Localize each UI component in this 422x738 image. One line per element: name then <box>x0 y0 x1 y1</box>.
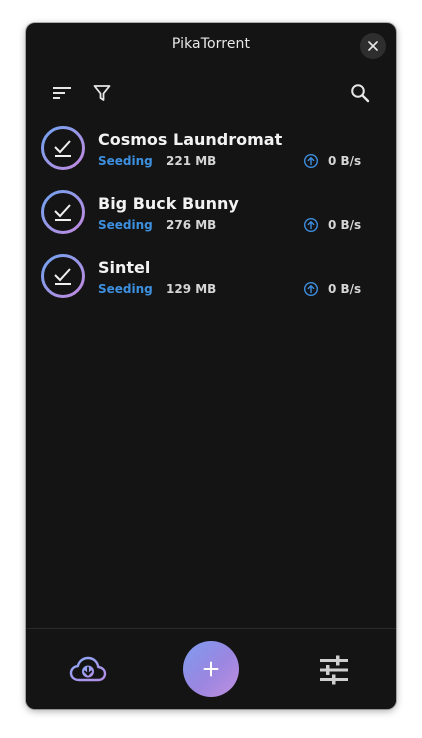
settings-sliders-icon <box>320 655 348 685</box>
add-torrent-button[interactable] <box>183 641 239 697</box>
upload-speed: 0 B/s <box>328 218 362 232</box>
search-icon <box>351 84 370 103</box>
close-icon <box>368 41 378 51</box>
torrent-list: Cosmos Laundromat Seeding 221 MB 0 B/s B… <box>26 121 396 313</box>
completed-check-icon <box>41 126 85 170</box>
window-title: PikaTorrent <box>171 36 251 52</box>
sort-icon <box>53 87 71 99</box>
torrent-size: 221 MB <box>166 154 217 168</box>
settings-button[interactable] <box>318 655 350 685</box>
bottom-bar <box>26 628 396 709</box>
torrent-size: 129 MB <box>166 282 217 296</box>
upload-arrow-icon <box>303 153 319 169</box>
search-button[interactable] <box>348 81 372 105</box>
close-button[interactable] <box>360 33 386 59</box>
upload-arrow-icon <box>303 281 319 297</box>
download-from-cloud-button[interactable] <box>69 655 107 685</box>
filter-button[interactable] <box>90 81 114 105</box>
title-bar: PikaTorrent <box>26 23 396 69</box>
completed-check-icon <box>41 190 85 234</box>
torrent-size: 276 MB <box>166 218 217 232</box>
torrent-status: Seeding <box>98 282 153 296</box>
cloud-download-icon <box>69 656 107 682</box>
upload-speed: 0 B/s <box>328 154 362 168</box>
app-window: PikaTorrent Cosmos Laundromat Seeding 22… <box>26 23 396 709</box>
torrent-row[interactable]: Big Buck Bunny Seeding 276 MB 0 B/s <box>26 185 396 249</box>
torrent-status: Seeding <box>98 218 153 232</box>
add-icon <box>203 661 219 677</box>
torrent-row[interactable]: Cosmos Laundromat Seeding 221 MB 0 B/s <box>26 121 396 185</box>
sort-button[interactable] <box>50 81 74 105</box>
torrent-row[interactable]: Sintel Seeding 129 MB 0 B/s <box>26 249 396 313</box>
upload-arrow-icon <box>303 217 319 233</box>
torrent-status: Seeding <box>98 154 153 168</box>
torrent-name: Sintel <box>98 258 151 277</box>
upload-speed: 0 B/s <box>328 282 362 296</box>
torrent-name: Cosmos Laundromat <box>98 130 283 149</box>
filter-icon <box>93 85 111 101</box>
completed-check-icon <box>41 254 85 298</box>
torrent-name: Big Buck Bunny <box>98 194 239 213</box>
